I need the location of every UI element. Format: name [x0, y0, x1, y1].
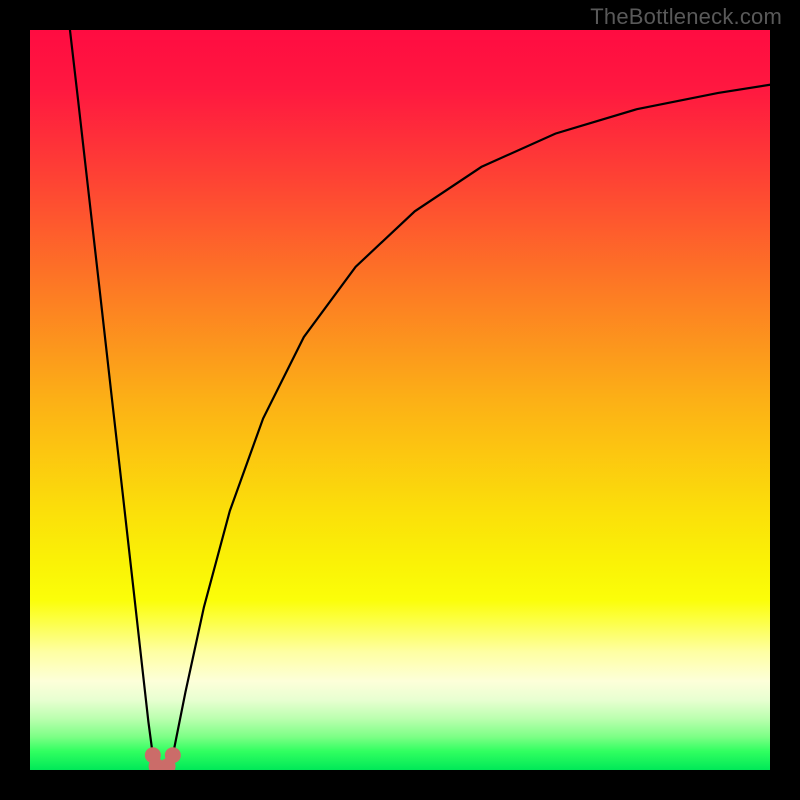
curve-layer — [30, 30, 770, 770]
curve-right-branch — [170, 85, 770, 770]
valley-marker-dot — [165, 747, 181, 763]
valley-markers — [145, 747, 181, 770]
watermark-text: TheBottleneck.com — [590, 4, 782, 30]
plot-area — [30, 30, 770, 770]
outer-frame: TheBottleneck.com — [0, 0, 800, 800]
curve-left-branch — [70, 30, 155, 770]
